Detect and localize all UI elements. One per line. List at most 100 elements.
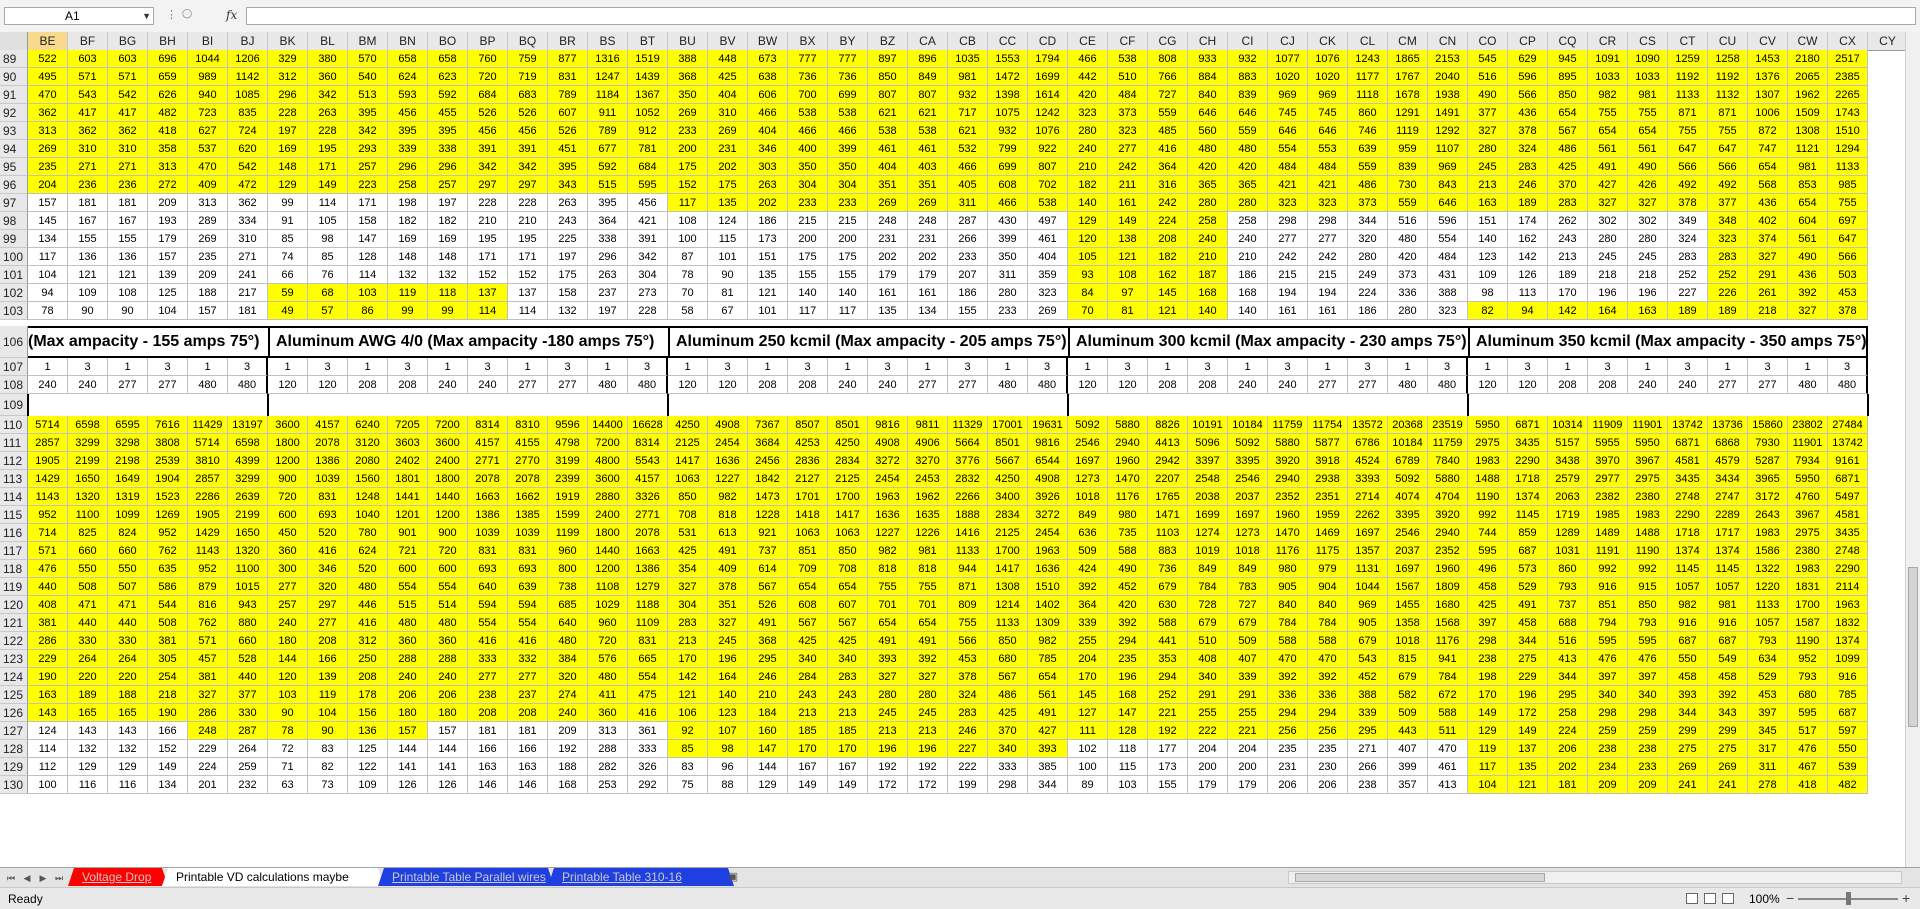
table-cell[interactable]: 222 xyxy=(1188,722,1228,740)
table-cell[interactable]: 252 xyxy=(1668,266,1708,284)
table-cell[interactable]: 1227 xyxy=(868,524,908,542)
table-cell[interactable]: 388 xyxy=(1428,284,1468,302)
table-cell[interactable]: 5092 xyxy=(1228,434,1268,452)
table-cell[interactable]: 688 xyxy=(1548,614,1588,632)
table-cell[interactable]: 3603 xyxy=(388,434,428,452)
table-cell[interactable]: 302 xyxy=(1588,212,1628,230)
table-cell[interactable]: 627 xyxy=(188,122,228,140)
table-cell[interactable]: 115 xyxy=(1108,758,1148,776)
table-cell[interactable]: 109 xyxy=(348,776,388,794)
table-cell[interactable]: 2125 xyxy=(828,470,868,488)
table-cell[interactable]: 1 xyxy=(508,358,548,376)
table-cell[interactable]: 3600 xyxy=(588,470,628,488)
table-cell[interactable]: 1 xyxy=(188,358,228,376)
column-header-cp[interactable]: CP xyxy=(1508,32,1548,50)
table-cell[interactable]: 490 xyxy=(1108,560,1148,578)
table-cell[interactable]: 288 xyxy=(428,650,468,668)
table-cell[interactable]: 3 xyxy=(1108,358,1148,376)
table-cell[interactable]: 510 xyxy=(1108,68,1148,86)
table-cell[interactable]: 192 xyxy=(548,740,588,758)
table-cell[interactable]: 68 xyxy=(308,284,348,302)
table-cell[interactable]: 568 xyxy=(1748,176,1788,194)
table-cell[interactable]: 264 xyxy=(68,650,108,668)
table-cell[interactable]: 187 xyxy=(1188,266,1228,284)
table-cell[interactable]: 112 xyxy=(28,758,68,776)
table-cell[interactable]: 259 xyxy=(228,758,268,776)
table-cell[interactable]: 1 xyxy=(1388,358,1428,376)
table-cell[interactable]: 2454 xyxy=(868,470,908,488)
table-cell[interactable]: 227 xyxy=(948,740,988,758)
table-cell[interactable]: 245 xyxy=(868,704,908,722)
row-header[interactable]: 114 xyxy=(0,488,28,506)
table-cell[interactable]: 490 xyxy=(1788,248,1828,266)
table-cell[interactable]: 1201 xyxy=(388,506,428,524)
table-cell[interactable]: 1052 xyxy=(628,104,668,122)
table-cell[interactable]: 3920 xyxy=(1428,506,1468,524)
table-cell[interactable]: 326 xyxy=(628,758,668,776)
table-cell[interactable]: 654 xyxy=(1628,122,1668,140)
table-cell[interactable]: 982 xyxy=(1588,86,1628,104)
table-cell[interactable]: 344 xyxy=(1548,668,1588,686)
table-cell[interactable]: 1192 xyxy=(1668,68,1708,86)
table-cell[interactable]: 736 xyxy=(828,68,868,86)
table-cell[interactable]: 480 xyxy=(388,614,428,632)
table-cell[interactable]: 275 xyxy=(1668,740,1708,758)
table-cell[interactable]: 4908 xyxy=(868,434,908,452)
table-cell[interactable]: 370 xyxy=(988,722,1028,740)
table-cell[interactable]: 323 xyxy=(1708,230,1748,248)
table-cell[interactable]: 510 xyxy=(1188,632,1228,650)
table-cell[interactable]: 164 xyxy=(708,668,748,686)
table-cell[interactable]: 507 xyxy=(108,578,148,596)
table-cell[interactable]: 466 xyxy=(828,122,868,140)
table-cell[interactable]: 516 xyxy=(1548,632,1588,650)
table-cell[interactable]: 1039 xyxy=(468,524,508,542)
table-cell[interactable]: 597 xyxy=(1828,722,1868,740)
table-cell[interactable]: 3684 xyxy=(748,434,788,452)
table-cell[interactable]: 567 xyxy=(828,614,868,632)
table-cell[interactable]: 1259 xyxy=(1668,50,1708,68)
table-cell[interactable]: 324 xyxy=(1668,230,1708,248)
table-cell[interactable]: 338 xyxy=(588,230,628,248)
table-cell[interactable]: 4800 xyxy=(588,452,628,470)
table-cell[interactable]: 900 xyxy=(428,524,468,542)
table-cell[interactable]: 724 xyxy=(228,122,268,140)
table-cell[interactable]: 173 xyxy=(748,230,788,248)
table-cell[interactable]: 515 xyxy=(588,176,628,194)
table-cell[interactable]: 850 xyxy=(828,542,868,560)
table-cell[interactable]: 840 xyxy=(1188,86,1228,104)
table-cell[interactable]: 450 xyxy=(268,524,308,542)
table-cell[interactable]: 3435 xyxy=(1508,434,1548,452)
table-cell[interactable]: 3393 xyxy=(1348,470,1388,488)
table-cell[interactable]: 144 xyxy=(268,650,308,668)
table-cell[interactable]: 120 xyxy=(1068,230,1108,248)
table-cell[interactable]: 96 xyxy=(708,758,748,776)
table-cell[interactable]: 1 xyxy=(748,358,788,376)
table-cell[interactable]: 4908 xyxy=(1028,470,1068,488)
table-cell[interactable]: 393 xyxy=(868,650,908,668)
table-cell[interactable]: 901 xyxy=(388,524,428,542)
table-cell[interactable]: 129 xyxy=(108,758,148,776)
table-cell[interactable]: 129 xyxy=(68,758,108,776)
table-cell[interactable]: 2127 xyxy=(788,470,828,488)
table-cell[interactable]: 1374 xyxy=(1508,488,1548,506)
table-cell[interactable]: 571 xyxy=(108,68,148,86)
table-cell[interactable]: 1418 xyxy=(788,506,828,524)
table-cell[interactable]: 249 xyxy=(1348,266,1388,284)
table-cell[interactable]: 1800 xyxy=(588,524,628,542)
table-cell[interactable]: 120 xyxy=(1508,376,1548,394)
row-header[interactable]: 123 xyxy=(0,650,28,668)
table-cell[interactable]: 859 xyxy=(1508,524,1548,542)
table-cell[interactable]: 1718 xyxy=(1508,470,1548,488)
table-cell[interactable]: 1044 xyxy=(188,50,228,68)
table-cell[interactable]: 420 xyxy=(1108,596,1148,614)
table-cell[interactable]: 418 xyxy=(1788,776,1828,794)
table-cell[interactable]: 440 xyxy=(228,668,268,686)
table-cell[interactable]: 98 xyxy=(308,230,348,248)
table-cell[interactable]: 10184 xyxy=(1228,416,1268,434)
table-cell[interactable]: 271 xyxy=(68,158,108,176)
table-cell[interactable]: 542 xyxy=(228,158,268,176)
table-cell[interactable]: 16628 xyxy=(628,416,668,434)
table-cell[interactable]: 49 xyxy=(268,302,308,320)
table-cell[interactable]: 403 xyxy=(908,158,948,176)
column-header-bl[interactable]: BL xyxy=(308,32,348,50)
